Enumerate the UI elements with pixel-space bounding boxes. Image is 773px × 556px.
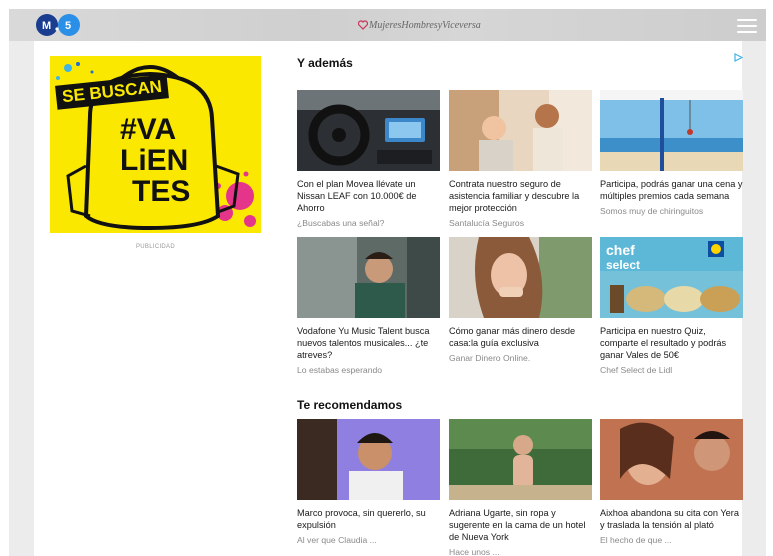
card-image-beach[interactable] [600,90,743,171]
card-title[interactable]: Aixhoa abandona su cita con Yera y trasl… [600,507,743,531]
ad-label: PUBLICIDAD [135,244,175,250]
card-image-chef-select[interactable]: chef select [600,237,743,318]
promo-card[interactable]: Participa, podrás ganar una cena y múlti… [600,90,743,216]
card-image-adriana[interactable] [449,419,592,500]
site-logo-text: MujeresHombresyViceversa [369,19,481,31]
card-image-family[interactable] [449,90,592,171]
card-source: Ganar Dinero Online. [449,353,531,363]
card-image-woman[interactable] [449,237,592,318]
card-image-musician[interactable] [297,237,440,318]
svg-text:5: 5 [65,20,71,32]
promo-card[interactable]: Cómo ganar más dinero desde casa:la guía… [449,237,592,363]
ad-headline-line-1: #VA [120,113,177,146]
ad-banner[interactable]: SE BUSCAN #VA LiEN TES [50,56,261,233]
card-source: ¿Buscabas una señal? [297,218,385,228]
hamburger-icon[interactable] [737,19,757,33]
card-title[interactable]: Con el plan Movea llévate un Nissan LEAF… [297,178,440,214]
site-logo[interactable]: MujeresHombresyViceversa [358,18,481,32]
svg-text:chef: chef [606,242,635,258]
promo-card[interactable]: chef select Participa en nuestro Quiz, c… [600,237,743,375]
content-area: SE BUSCAN #VA LiEN TES PUBLICIDAD Y adem… [34,41,743,556]
ad-headline-line-3: TES [132,175,191,208]
recommend-card[interactable]: Aixhoa abandona su cita con Yera y trasl… [600,419,743,545]
adchoices-icon[interactable] [734,53,743,62]
card-title[interactable]: Marco provoca, sin quererlo, su expulsió… [297,507,440,531]
card-source: El hecho de que ... [600,535,672,545]
card-title[interactable]: Participa en nuestro Quiz, comparte el r… [600,325,743,361]
card-title[interactable]: Participa, podrás ganar una cena y múlti… [600,178,743,202]
card-source: Lo estabas esperando [297,365,383,375]
card-title[interactable]: Contrata nuestro seguro de asistencia fa… [449,178,592,214]
recommend-card[interactable]: Adriana Ugarte, sin ropa y sugerente en … [449,419,592,556]
svg-text:select: select [606,258,640,272]
page-frame: SE BUSCAN #VA LiEN TES PUBLICIDAD Y adem… [9,41,766,556]
ad-headline-line-2: LiEN [120,144,189,177]
promo-card[interactable]: Vodafone Yu Music Talent busca nuevos ta… [297,237,440,375]
card-image-car-interior[interactable] [297,90,440,171]
m5-logo[interactable]: M 5 [35,13,83,37]
promo-card[interactable]: Con el plan Movea llévate un Nissan LEAF… [297,90,440,228]
card-source: Santalucía Seguros [449,218,525,228]
section-title-ademas: Y además [297,56,353,70]
card-title[interactable]: Adriana Ugarte, sin ropa y sugerente en … [449,507,592,543]
card-source: Hace unos ... [449,547,500,556]
card-image-aixhoa[interactable] [600,419,743,500]
recommend-card[interactable]: Marco provoca, sin quererlo, su expulsió… [297,419,440,545]
card-source: Al ver que Claudia ... [297,535,377,545]
card-title[interactable]: Cómo ganar más dinero desde casa:la guía… [449,325,592,349]
promo-card[interactable]: Contrata nuestro seguro de asistencia fa… [449,90,592,228]
ad-headline: #VA LiEN TES [120,114,240,207]
card-source: Somos muy de chiringuitos [600,206,704,216]
svg-text:M: M [42,20,51,32]
card-source: Chef Select de Lidl [600,365,673,375]
card-title[interactable]: Vodafone Yu Music Talent busca nuevos ta… [297,325,440,361]
section-title-recomendamos: Te recomendamos [297,398,403,412]
top-header: M 5 MujeresHombresyViceversa [9,9,766,41]
card-image-marco[interactable] [297,419,440,500]
heart-icon [358,20,368,30]
